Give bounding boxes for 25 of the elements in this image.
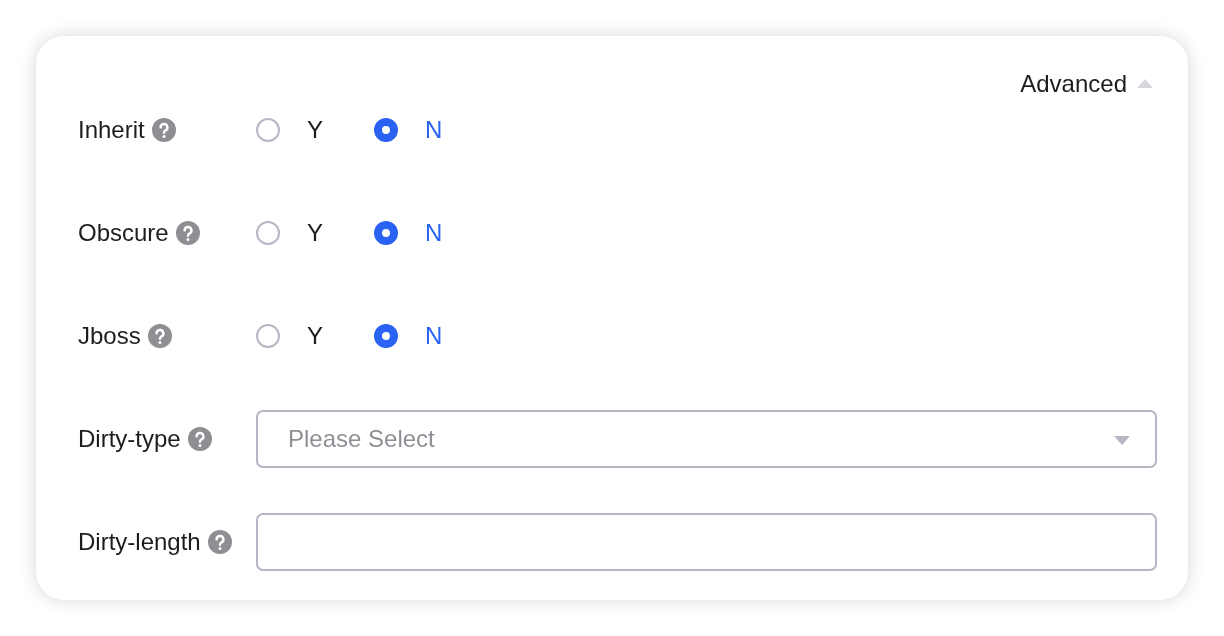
help-icon[interactable] bbox=[175, 221, 200, 245]
input-field[interactable] bbox=[256, 513, 1157, 571]
field-label: Jboss bbox=[78, 322, 141, 350]
help-icon[interactable] bbox=[147, 324, 172, 348]
radio-label[interactable]: N bbox=[425, 322, 443, 350]
radio-label[interactable]: N bbox=[425, 219, 443, 247]
radio-button[interactable] bbox=[256, 324, 280, 348]
field-label: Dirty-type bbox=[78, 425, 181, 453]
field-label: Obscure bbox=[78, 219, 169, 247]
help-icon[interactable] bbox=[207, 530, 232, 554]
caret-icon bbox=[1114, 435, 1130, 445]
radio-label[interactable]: Y bbox=[307, 219, 323, 247]
radio-button[interactable] bbox=[256, 221, 280, 245]
help-icon[interactable] bbox=[151, 118, 176, 142]
radio-button[interactable] bbox=[374, 221, 398, 245]
radio-label[interactable]: Y bbox=[307, 116, 323, 144]
radio-button[interactable] bbox=[374, 118, 398, 142]
radio-button[interactable] bbox=[374, 324, 398, 348]
radio-label[interactable]: N bbox=[425, 116, 443, 144]
advanced-toggle[interactable]: Advanced bbox=[1020, 72, 1153, 96]
radio-button[interactable] bbox=[256, 118, 280, 142]
field-label: Dirty-length bbox=[78, 528, 201, 556]
field-label: Inherit bbox=[78, 116, 145, 144]
help-icon[interactable] bbox=[187, 427, 212, 451]
radio-label[interactable]: Y bbox=[307, 322, 323, 350]
